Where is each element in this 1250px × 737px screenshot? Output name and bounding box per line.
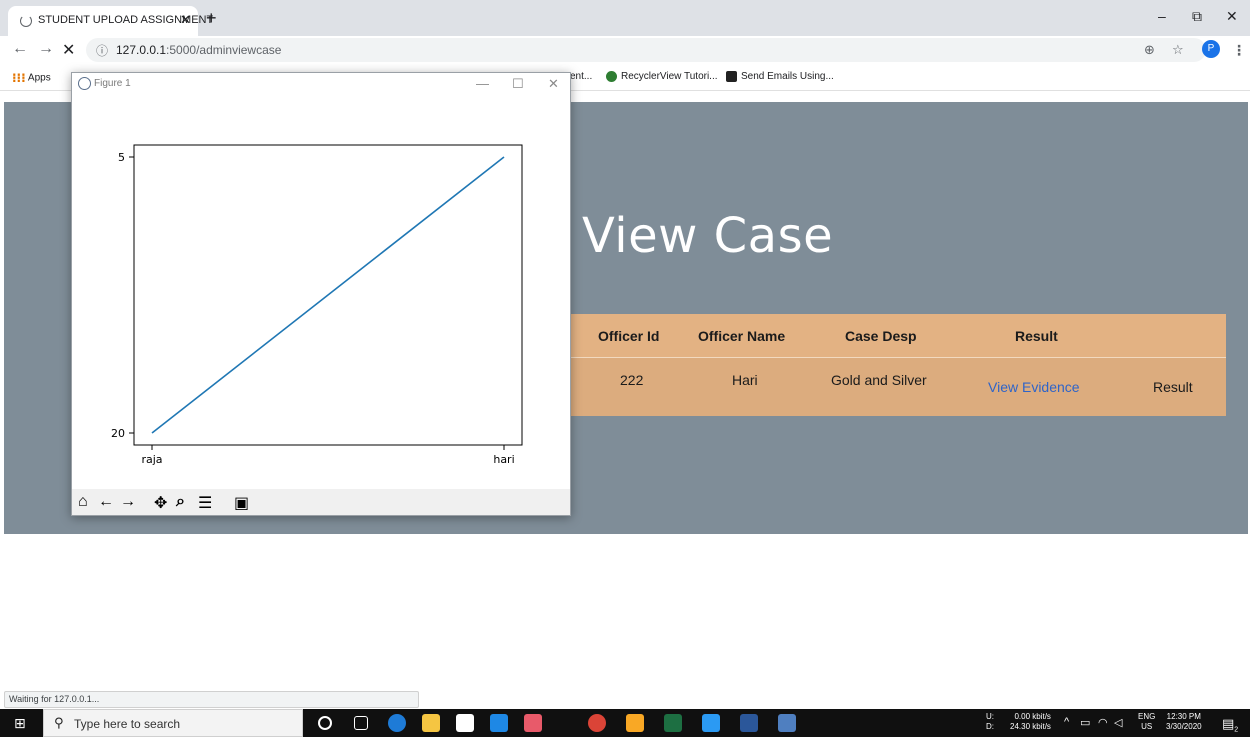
page-title: View Case: [582, 208, 834, 264]
bookmark-favicon-icon: [726, 71, 737, 82]
loading-spinner-icon: [20, 15, 32, 27]
header-officer-name: Officer Name: [698, 328, 786, 344]
tab-strip: STUDENT UPLOAD ASSIGNMENT ✕ + – ⧉ ✕: [0, 0, 1250, 36]
status-text: Waiting for 127.0.0.1...: [9, 694, 100, 704]
cortana-icon[interactable]: [318, 716, 332, 730]
matplotlib-logo-icon: [78, 77, 91, 90]
apps-grid-icon: ⁝⁝⁝: [12, 71, 26, 85]
figure-close-icon[interactable]: ✕: [548, 76, 559, 92]
sticky-notes-icon[interactable]: [626, 714, 644, 732]
cell-case-desp: Gold and Silver: [831, 372, 927, 388]
figure-minimize-icon[interactable]: —: [476, 76, 489, 91]
notifications-icon[interactable]: ▤2: [1222, 716, 1238, 734]
status-bubble: Waiting for 127.0.0.1...: [4, 691, 419, 708]
figure-title: Figure 1: [94, 78, 131, 89]
address-bar[interactable]: ⓘ 127.0.0.1:5000/adminviewcase ⊕ ☆: [86, 38, 1206, 62]
bookmark-partial[interactable]: ent...: [570, 71, 592, 82]
figure-toolbar: ⌂ ← → ✥ ⌕ ☰ ▣: [72, 489, 570, 515]
net-labels: U: D:: [986, 712, 994, 731]
result-button[interactable]: Result: [1153, 379, 1193, 395]
save-icon[interactable]: ▣: [234, 493, 249, 513]
bookmark-apps[interactable]: ⁝⁝⁝ Apps: [12, 71, 51, 85]
cell-officer-id: 222: [620, 372, 644, 388]
edge-icon[interactable]: [388, 714, 406, 732]
y-tick-label: 20: [111, 427, 125, 440]
table-header-row: Officer Id Officer Name Case Desp Result: [570, 314, 1226, 358]
wifi-icon[interactable]: ◠: [1098, 716, 1108, 729]
home-icon[interactable]: ⌂: [78, 493, 88, 511]
figure-window[interactable]: Figure 1 — ☐ ✕ 5 20 raja hari ⌂ ← → ✥ ⌕ ☰ ▣: [71, 72, 571, 516]
tray-chevron-icon[interactable]: ^: [1064, 716, 1069, 728]
zoom-icon[interactable]: ⊕: [1144, 42, 1155, 58]
bookmark-recyclerview[interactable]: RecyclerView Tutori...: [606, 71, 718, 82]
cell-officer-name: Hari: [732, 372, 758, 388]
case-table: Officer Id Officer Name Case Desp Result…: [570, 314, 1226, 416]
browser-tab[interactable]: STUDENT UPLOAD ASSIGNMENT ✕: [8, 6, 213, 36]
search-icon: ⚲: [54, 715, 64, 730]
chrome-icon[interactable]: [588, 714, 606, 732]
configure-subplots-icon[interactable]: ☰: [198, 493, 212, 513]
bookmark-star-icon[interactable]: ☆: [1172, 42, 1184, 58]
vscode-icon[interactable]: [702, 714, 720, 732]
browser-toolbar: ← → ✕ ⓘ 127.0.0.1:5000/adminviewcase ⊕ ☆: [0, 36, 1250, 64]
back-icon[interactable]: ←: [12, 40, 28, 58]
menu-icon[interactable]: ⋮: [1232, 42, 1246, 59]
python-icon[interactable]: [778, 714, 796, 732]
mail-icon[interactable]: [490, 714, 508, 732]
pan-icon[interactable]: ✥: [154, 493, 167, 513]
file-explorer-icon[interactable]: [422, 714, 440, 732]
figure-maximize-icon[interactable]: ☐: [512, 76, 524, 92]
new-tab-button[interactable]: +: [206, 8, 217, 29]
net-speeds: 0.00 kbit/s 24.30 kbit/s: [1010, 712, 1051, 731]
taskbar-search[interactable]: ⚲ Type here to search: [43, 709, 303, 737]
forward-icon[interactable]: →: [38, 40, 54, 58]
word-icon[interactable]: [740, 714, 758, 732]
search-placeholder: Type here to search: [74, 717, 181, 731]
bookmark-send-emails[interactable]: Send Emails Using...: [726, 71, 834, 82]
header-case-desp: Case Desp: [845, 328, 917, 344]
bookmark-favicon-icon: [606, 71, 617, 82]
windows-start-icon[interactable]: ⊞: [14, 715, 26, 732]
x-tick-label: raja: [141, 453, 162, 466]
y-tick-label: 5: [118, 151, 125, 164]
x-tick-label: hari: [493, 453, 514, 466]
view-evidence-link[interactable]: View Evidence: [988, 379, 1080, 395]
zoom-icon[interactable]: ⌕: [176, 493, 185, 511]
store-icon[interactable]: [456, 714, 474, 732]
forward-arrow-icon[interactable]: →: [120, 493, 136, 511]
back-arrow-icon[interactable]: ←: [98, 493, 114, 511]
url-text[interactable]: 127.0.0.1:5000/adminviewcase: [116, 43, 281, 57]
header-officer-id: Officer Id: [598, 328, 660, 344]
screen: STUDENT UPLOAD ASSIGNMENT ✕ + – ⧉ ✕ ← → …: [0, 0, 1250, 737]
site-info-icon[interactable]: ⓘ: [96, 42, 108, 59]
task-view-icon[interactable]: [354, 716, 368, 730]
figure-titlebar[interactable]: Figure 1 — ☐ ✕: [72, 73, 570, 95]
excel-icon[interactable]: [664, 714, 682, 732]
windows-taskbar: ⊞ ⚲ Type here to search U: D: 0.00 kbit/s…: [0, 709, 1250, 737]
line-chart: 5 20 raja hari: [111, 144, 523, 466]
battery-icon[interactable]: ▭: [1080, 716, 1090, 729]
stop-loading-icon[interactable]: ✕: [62, 40, 75, 60]
language-indicator[interactable]: ENG US: [1138, 712, 1155, 732]
tab-close-icon[interactable]: ✕: [180, 12, 191, 28]
table-row: 222 Hari Gold and Silver View Evidence R…: [570, 358, 1226, 416]
profile-avatar[interactable]: P: [1202, 40, 1220, 58]
window-restore-icon[interactable]: ⧉: [1192, 8, 1202, 25]
volume-icon[interactable]: ◁: [1114, 716, 1122, 729]
xampp-icon[interactable]: [524, 714, 542, 732]
header-result: Result: [1015, 328, 1058, 344]
clock[interactable]: 12:30 PM 3/30/2020: [1166, 712, 1202, 732]
window-close-icon[interactable]: ✕: [1226, 8, 1238, 25]
window-minimize-icon[interactable]: –: [1158, 8, 1166, 24]
